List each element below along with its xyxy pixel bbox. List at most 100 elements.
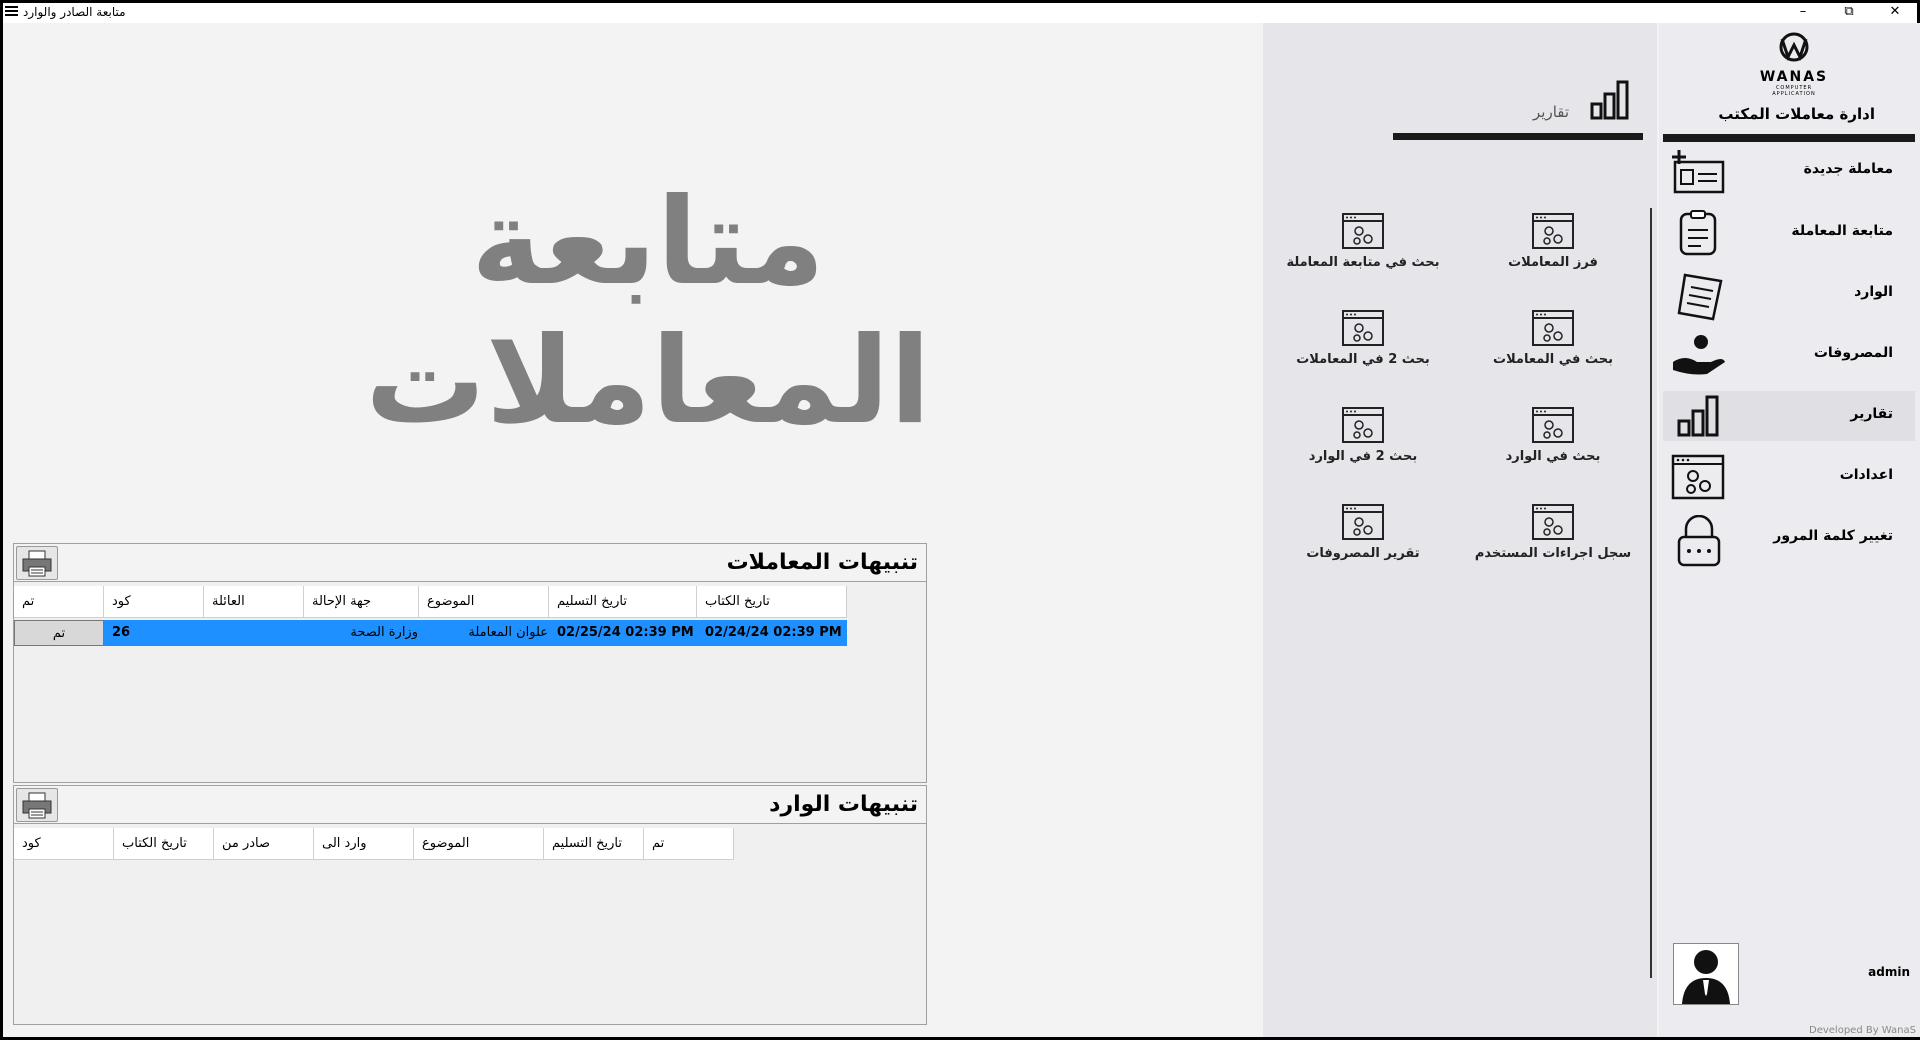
tile-label: بحث في المعاملات [1493,352,1613,367]
sidebar-item-incoming[interactable]: الوارد [1663,269,1915,321]
col-header[interactable]: تاريخ الكتاب [114,828,214,860]
bar-chart-icon [1590,80,1629,120]
reports-panel: تقارير فرز المعاملات بحث في متابعة المعا… [1263,23,1657,1037]
printer-icon [22,550,52,577]
sidebar-item-new-transaction[interactable]: معاملة جديدة [1663,146,1915,196]
main-area: متابعة المعاملات تنبيهات المعاملات تم كو… [3,23,1260,1037]
tile-label: بحث 2 في الوارد [1308,449,1418,464]
panel-divider [1650,208,1652,978]
col-header[interactable]: العائلة [204,586,304,618]
sidebar-item-change-password[interactable]: تغيير كلمة المرور [1663,513,1915,567]
menu-icon[interactable] [5,6,18,17]
col-header[interactable]: الموضوع [419,586,549,618]
col-header[interactable]: الموضوع [414,828,544,860]
sidebar-item-label: تقارير [1850,406,1893,422]
row-referral: وزارة الصحة [304,620,419,646]
avatar[interactable] [1673,943,1739,1005]
col-header[interactable]: تاريخ التسليم [544,828,644,860]
sidebar-divider [1663,134,1915,142]
sidebar-item-label: المصروفات [1813,345,1893,361]
sidebar-item-label: تغيير كلمة المرور [1773,528,1893,544]
settings-window-icon [1342,213,1384,249]
tile-user-log[interactable]: سجل اجراءات المستخدم [1463,504,1643,561]
sidebar-item-follow-transaction[interactable]: متابعة المعاملة [1663,208,1915,258]
section-divider [1393,133,1643,140]
row-letter-date: 02/24/24 02:39 PM [697,620,847,646]
col-header[interactable]: تاريخ التسليم [549,586,697,618]
settings-window-icon [1342,407,1384,443]
transactions-alerts-panel: تنبيهات المعاملات تم كود العائلة جهة الإ… [13,543,927,783]
row-code: 26 [104,620,204,646]
settings-window-icon [1532,213,1574,249]
tile-label: بحث في الوارد [1505,449,1601,464]
tile-search2-incoming[interactable]: بحث 2 في الوارد [1273,407,1453,464]
row-family [204,620,304,646]
sidebar-item-settings[interactable]: اعدادات [1663,452,1915,502]
tile-expenses-report[interactable]: تقرير المصروفات [1273,504,1453,561]
panel-title: تنبيهات المعاملات [726,550,918,575]
logo-sub: COMPUTER APPLICATION [1772,85,1816,97]
tile-label: سجل اجراءات المستخدم [1474,546,1632,561]
settings-window-icon [1342,310,1384,346]
sidebar-item-label: الوارد [1854,284,1893,300]
user-icon [1682,950,1730,1004]
print-button[interactable] [16,788,58,822]
settings-window-icon [1532,504,1574,540]
sidebar-item-label: اعدادات [1839,467,1893,483]
col-header[interactable]: وارد الى [314,828,414,860]
incoming-alerts-panel: تنبيهات الوارد كود تاريخ الكتاب صادر من … [13,785,927,1025]
col-header[interactable]: صادر من [214,828,314,860]
logo: WANAS COMPUTER APPLICATION [1754,31,1834,97]
col-header[interactable]: كود [104,586,204,618]
tile-search-transactions[interactable]: بحث في المعاملات [1463,310,1643,367]
row-delivery-date: 02/25/24 02:39 PM [549,620,697,646]
settings-window-icon [1532,407,1574,443]
minimize-button[interactable]: – [1783,3,1823,23]
sidebar-item-reports[interactable]: تقارير [1663,391,1915,441]
app-title: ادارة معاملات المكتب [1718,105,1875,123]
tile-label: فرز المعاملات [1508,255,1598,270]
logo-text: WANAS [1759,69,1829,85]
lock-icon [1677,515,1721,567]
restore-button[interactable]: ⧉ [1829,3,1869,23]
col-header[interactable]: تم [644,828,734,860]
clipboard-icon [1679,210,1717,256]
panel-header: تنبيهات الوارد [14,786,926,824]
title-bar: متابعة الصادر والوارد – ⧉ ✕ [3,3,1917,23]
col-header[interactable]: جهة الإحالة [304,586,419,618]
sidebar-item-expenses[interactable]: المصروفات [1663,330,1915,380]
tile-search-incoming[interactable]: بحث في الوارد [1463,407,1643,464]
col-header[interactable]: كود [14,828,114,860]
settings-window-icon [1671,454,1725,500]
page-title: متابعة المعاملات [365,173,931,451]
tile-search-followup[interactable]: بحث في متابعة المعاملة [1273,213,1453,270]
print-button[interactable] [16,546,58,580]
tile-search2-transactions[interactable]: بحث 2 في المعاملات [1273,310,1453,367]
col-header[interactable]: تاريخ الكتاب [697,586,847,618]
tile-label: بحث 2 في المعاملات [1296,352,1430,367]
panel-header: تنبيهات المعاملات [14,544,926,582]
window-title: متابعة الصادر والوارد [23,5,126,19]
developer-credit: Developed By WanaS [1809,1025,1916,1036]
wanas-logo-icon [1779,32,1809,62]
new-card-icon [1672,150,1725,194]
printer-icon [22,792,52,819]
scroll-icon [1677,273,1723,321]
sidebar-item-label: معاملة جديدة [1803,161,1893,177]
settings-window-icon [1342,504,1384,540]
bar-chart-icon [1677,395,1719,437]
settings-window-icon [1532,310,1574,346]
tile-label: بحث في متابعة المعاملة [1286,255,1440,270]
money-hand-icon [1673,335,1725,375]
panel-title: تنبيهات الوارد [769,792,918,817]
col-header[interactable]: تم [14,586,104,618]
close-button[interactable]: ✕ [1875,3,1915,23]
reports-title: تقارير [1533,103,1570,121]
sidebar-item-label: متابعة المعاملة [1791,223,1893,239]
done-button[interactable]: تم [14,620,104,646]
tile-label: تقرير المصروفات [1306,546,1420,561]
row-subject: علوان المعاملة [419,620,549,646]
tile-sort-transactions[interactable]: فرز المعاملات [1463,213,1643,270]
user-name: admin [1868,965,1910,979]
sidebar: WANAS COMPUTER APPLICATION ادارة معاملات… [1659,23,1920,1037]
